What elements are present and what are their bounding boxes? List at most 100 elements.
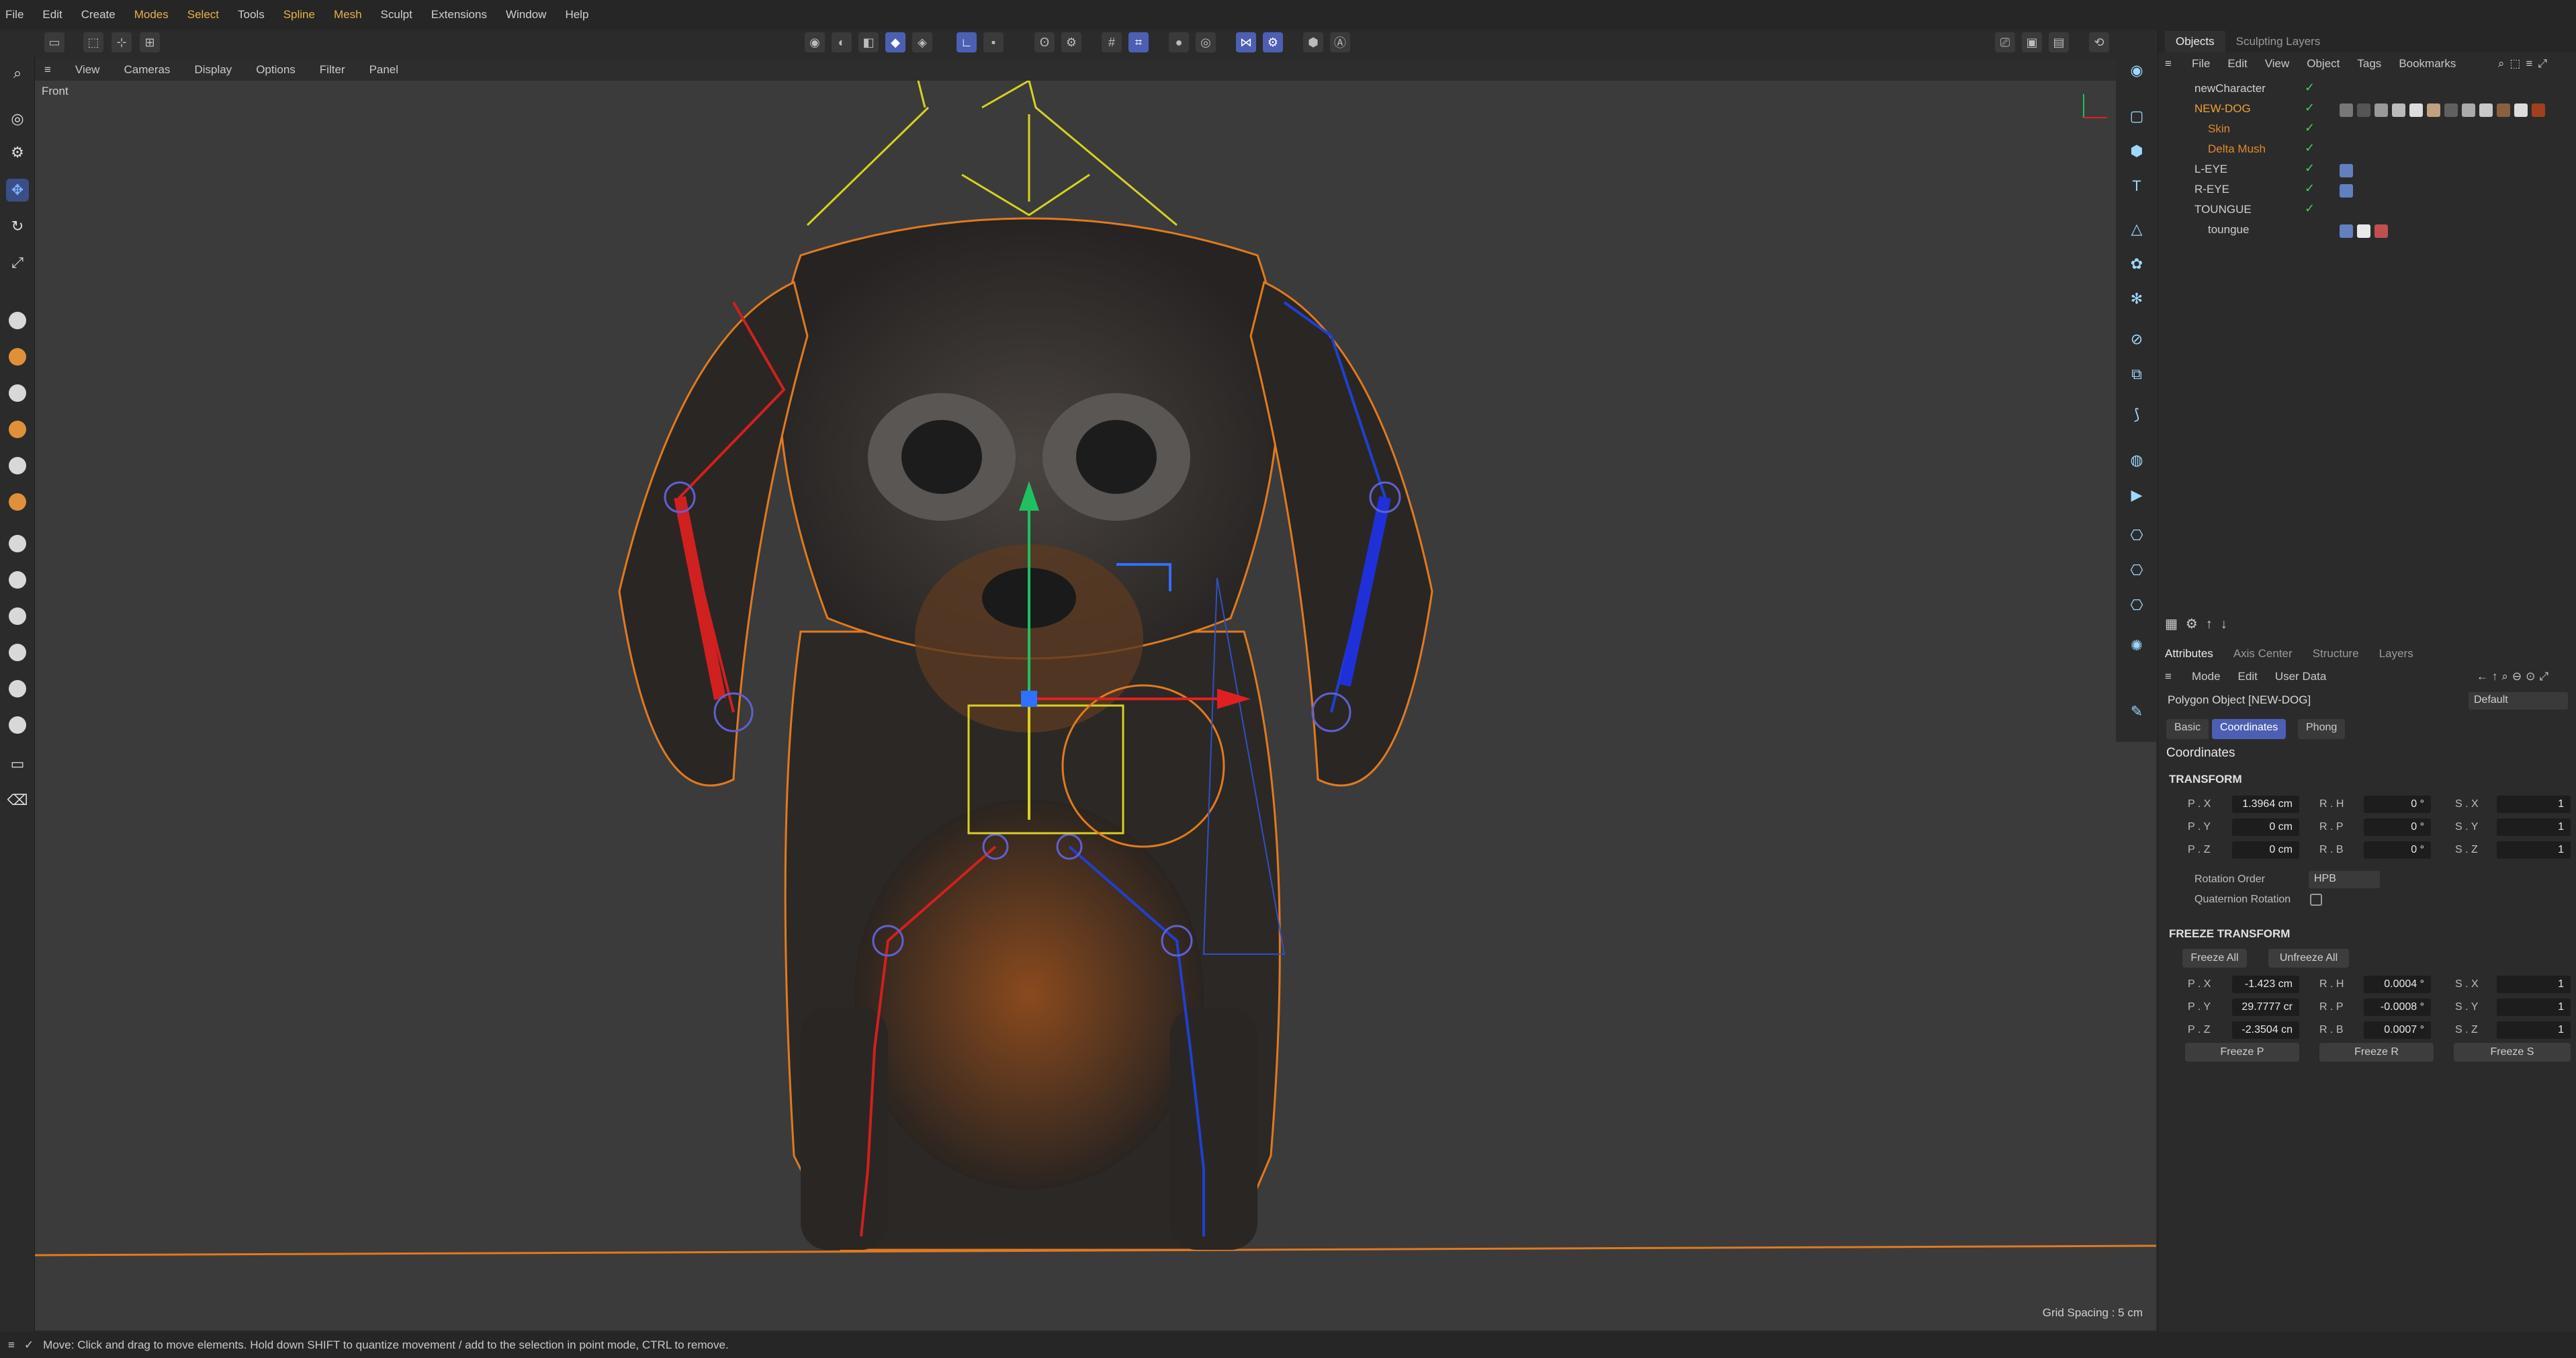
polygon-icon[interactable]: △ [2125, 218, 2148, 241]
rotate-tool-icon[interactable]: ↻ [6, 215, 29, 238]
menu-create[interactable]: Create [81, 8, 116, 22]
tag-material-icon[interactable] [2514, 103, 2528, 117]
snap-enable-icon[interactable]: ⌗ [1128, 32, 1149, 52]
tag-material-icon[interactable] [2392, 103, 2405, 117]
light-icon[interactable]: ⎔ [2125, 524, 2148, 547]
brush-erase-icon[interactable] [9, 680, 26, 697]
om-menu-tags[interactable]: Tags [2357, 57, 2381, 71]
edges-mode-icon[interactable]: ◐ [832, 32, 852, 52]
object-row-delta-mush[interactable]: Delta Mush [2208, 142, 2266, 156]
head-controller[interactable] [806, 81, 1178, 226]
field-scale-y[interactable]: 1 [2497, 818, 2571, 836]
tag-material-icon[interactable] [2409, 103, 2423, 117]
subtab-basic[interactable]: Basic [2166, 719, 2209, 739]
locked-workplane-icon[interactable]: ● [1169, 32, 1189, 52]
field-scale-x[interactable]: 1 [2497, 796, 2571, 813]
viewport-menu-panel[interactable]: Panel [369, 63, 398, 77]
viewport-menu-view[interactable]: View [75, 63, 100, 77]
menu-select[interactable]: Select [187, 8, 219, 22]
menu-extensions[interactable]: Extensions [431, 8, 487, 22]
brush-grab-icon[interactable] [9, 457, 26, 474]
tab-axis-center[interactable]: Axis Center [2233, 647, 2293, 661]
viewport-menu-cameras[interactable]: Cameras [124, 63, 170, 77]
snap-settings-icon[interactable]: ⊞ [140, 32, 160, 52]
viewport-menu-filter[interactable]: Filter [320, 63, 345, 77]
tag-material-icon[interactable] [2462, 103, 2475, 117]
move-tool-icon[interactable]: ✥ [6, 179, 29, 202]
text-icon[interactable]: T [2125, 175, 2148, 198]
scene-icon[interactable]: ⧉ [2125, 363, 2148, 386]
om-menu-bookmarks[interactable]: Bookmarks [2399, 57, 2456, 71]
tag-material-icon[interactable] [2374, 103, 2388, 117]
brush-inflate-icon[interactable] [9, 421, 26, 438]
section-transform-title[interactable]: TRANSFORM [2169, 773, 2242, 786]
mograph-icon[interactable]: ✿ [2125, 253, 2148, 275]
brush-knife-icon[interactable] [9, 644, 26, 661]
attr-nav-icons[interactable]: ←↑⌕⊖⊙⤢ [2477, 670, 2552, 683]
render-region-icon[interactable]: ⬢ [1303, 32, 1323, 52]
field-frozen-position-z[interactable]: -2.3504 cn [2232, 1021, 2299, 1039]
brush-smooth-icon[interactable] [9, 384, 26, 402]
gizmo-z-handle[interactable] [1021, 691, 1037, 707]
tag-weight-icon[interactable] [2340, 103, 2353, 117]
axis-mode-icon[interactable]: ∟ [957, 32, 977, 52]
menu-tools[interactable]: Tools [238, 8, 265, 22]
vr-icon[interactable]: ⎔ [2125, 594, 2148, 617]
eraser-icon[interactable]: ⌫ [6, 789, 29, 812]
dog-ear-right[interactable] [618, 280, 809, 787]
tab-layers[interactable]: Layers [2379, 647, 2413, 661]
menu-edit[interactable]: Edit [42, 8, 62, 22]
render-queue-icon[interactable]: ▤ [2049, 32, 2069, 52]
polygons-mode-icon[interactable]: ◧ [858, 32, 879, 52]
environment-icon[interactable]: ◍ [2125, 449, 2148, 472]
select-tool-icon[interactable]: ◎ [6, 108, 29, 130]
dog-ear-left[interactable] [1249, 280, 1433, 787]
om-menu-file[interactable]: File [2192, 57, 2210, 71]
attr-menu-user-data[interactable]: User Data [2275, 670, 2327, 683]
tag-material-icon[interactable] [2497, 103, 2510, 117]
render-settings-icon[interactable]: Ⓐ [1330, 32, 1350, 52]
om-tools-icons[interactable]: ⌕⬚≡⤢ [2498, 57, 2552, 71]
visibility-check-icon[interactable]: ✓ [2305, 101, 2315, 115]
object-manager-footer[interactable]: ▦⚙↑↓ [2158, 609, 2576, 638]
rotation-order-dropdown[interactable]: HPB [2309, 871, 2380, 888]
brush-flatten-icon[interactable] [9, 535, 26, 552]
tag-lock-icon[interactable] [2357, 103, 2370, 117]
preset-dropdown[interactable]: Default [2469, 692, 2568, 710]
brush-pinch-icon[interactable] [9, 493, 26, 511]
object-row-skin[interactable]: Skin [2208, 122, 2230, 136]
unfreeze-all-button[interactable]: Unfreeze All [2268, 949, 2349, 968]
subtab-phong[interactable]: Phong [2298, 719, 2346, 739]
freeze-s-button[interactable]: Freeze S [2454, 1043, 2571, 1062]
object-row-toungue-parent[interactable]: TOUNGUE [2194, 203, 2252, 216]
viewport-front[interactable]: Front Grid Spacing: 5 cm [35, 81, 2156, 1330]
tag-material-icon[interactable] [2532, 103, 2545, 117]
field-scale-z[interactable]: 1 [2497, 841, 2571, 859]
viewport-menu-display[interactable]: Display [194, 63, 232, 77]
menu-file[interactable]: File [5, 8, 24, 22]
points-mode-icon[interactable]: ◉ [805, 32, 825, 52]
scale-tool-icon[interactable]: ⤢ [6, 251, 29, 274]
dog-leg-left[interactable] [1170, 1008, 1257, 1250]
tab-structure[interactable]: Structure [2313, 647, 2359, 661]
workplane-icon[interactable]: ▪ [983, 32, 1004, 52]
menu-toggle-icon[interactable]: ≡ [8, 1339, 15, 1352]
tweak-icon[interactable]: ⚙ [1061, 32, 1081, 52]
visibility-check-icon[interactable]: ✓ [2305, 121, 2315, 135]
grid-snap-icon[interactable]: # [1102, 32, 1122, 52]
texture-mode-icon[interactable]: ◈ [912, 32, 932, 52]
render-picture-viewer-icon[interactable]: ▣ [2022, 32, 2042, 52]
menu-window[interactable]: Window [506, 8, 546, 22]
field-frozen-rotation-p[interactable]: -0.0008 ° [2364, 999, 2431, 1016]
field-frozen-scale-x[interactable]: 1 [2497, 976, 2571, 993]
visibility-check-icon[interactable]: ✓ [2305, 141, 2315, 155]
om-menu-edit[interactable]: Edit [2227, 57, 2247, 71]
tag-texture-icon[interactable] [2357, 224, 2370, 238]
model-mode-icon[interactable]: ◆ [885, 32, 905, 52]
field-position-x[interactable]: 1.3964 cm [2232, 796, 2299, 813]
tag-constraint-icon[interactable] [2340, 164, 2353, 177]
field-rotation-h[interactable]: 0 ° [2364, 796, 2431, 813]
tweak-tool-icon[interactable]: ⚙ [6, 141, 29, 164]
brush-scrape-icon[interactable] [9, 607, 26, 625]
layout-icon[interactable]: ▭ [44, 32, 64, 52]
